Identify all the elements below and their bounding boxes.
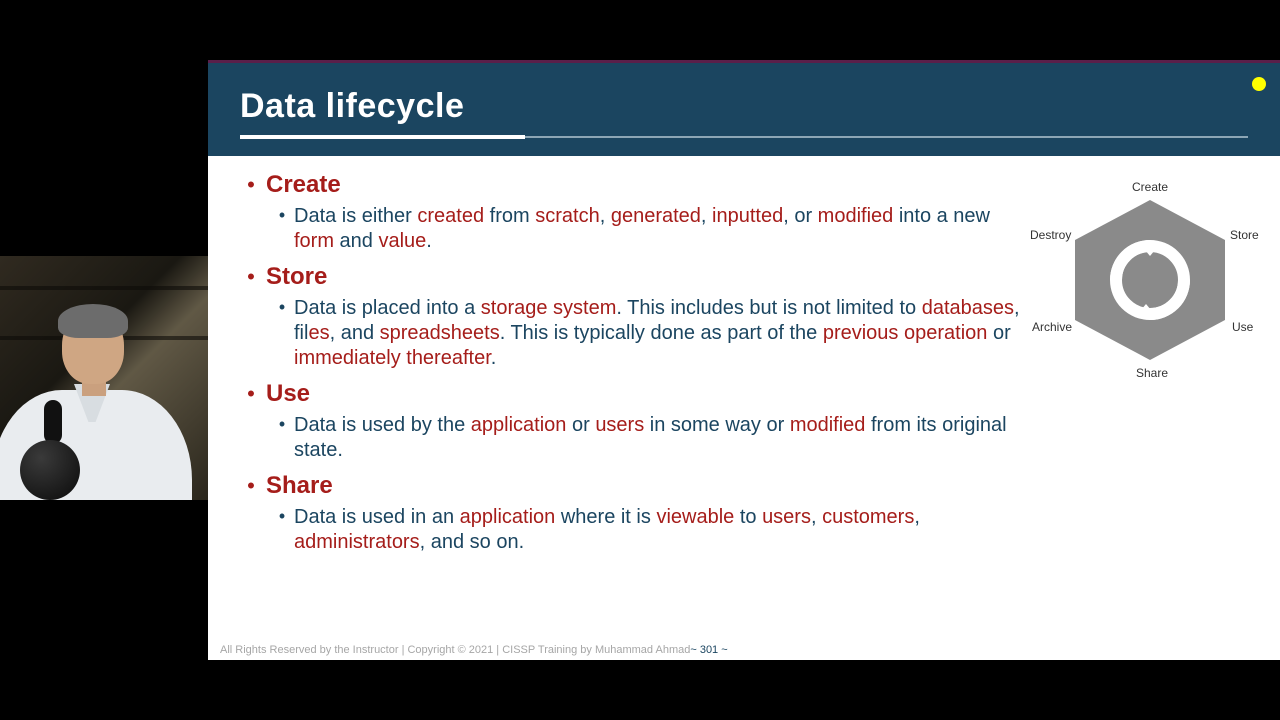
bullet-icon: • — [236, 380, 266, 408]
subbullet-icon: • — [270, 505, 294, 555]
copyright-text: All Rights Reserved by the Instructor | … — [220, 644, 690, 656]
section-body: Data is placed into a storage system. Th… — [294, 296, 1040, 371]
section-title: Share — [266, 471, 333, 501]
section-title: Create — [266, 170, 341, 200]
bullet-icon: • — [236, 472, 266, 500]
section-title: Store — [266, 262, 327, 292]
lifecycle-diagram: Create Store Use Share Archive Destroy — [1040, 180, 1260, 610]
hex-label: Use — [1232, 320, 1253, 334]
subbullet-icon: • — [270, 413, 294, 463]
section-title: Use — [266, 379, 310, 409]
slide-content: • Create • Data is either created from s… — [208, 156, 1280, 610]
subbullet-icon: • — [270, 296, 294, 371]
bullet-icon: • — [236, 263, 266, 291]
hex-label: Share — [1136, 366, 1168, 380]
section-body: Data is used by the application or users… — [294, 413, 1040, 463]
presenter-webcam — [0, 256, 208, 500]
section-store: • Store • Data is placed into a storage … — [236, 262, 1040, 371]
section-body: Data is used in an application where it … — [294, 505, 1040, 555]
slide-header: Data lifecycle — [208, 60, 1280, 156]
text-column: • Create • Data is either created from s… — [236, 170, 1040, 610]
slide-title: Data lifecycle — [240, 87, 1248, 126]
hex-label: Store — [1230, 228, 1259, 242]
section-use: • Use • Data is used by the application … — [236, 379, 1040, 463]
section-create: • Create • Data is either created from s… — [236, 170, 1040, 254]
laser-pointer-dot — [1252, 77, 1266, 91]
subbullet-icon: • — [270, 204, 294, 254]
section-share: • Share • Data is used in an application… — [236, 471, 1040, 555]
hex-label: Create — [1132, 180, 1168, 194]
hex-label: Destroy — [1030, 228, 1071, 242]
bullet-icon: • — [236, 171, 266, 199]
microphone-icon — [20, 440, 80, 500]
page-number: ~ 301 ~ — [690, 644, 727, 656]
title-underline — [240, 136, 1248, 138]
hexagon-cycle-icon — [1075, 200, 1225, 360]
hex-label: Archive — [1032, 320, 1072, 334]
microphone-icon — [44, 400, 62, 444]
slide: Data lifecycle • Create • Data is either… — [208, 60, 1280, 660]
slide-footer: All Rights Reserved by the Instructor | … — [220, 644, 1268, 656]
section-body: Data is either created from scratch, gen… — [294, 204, 1040, 254]
